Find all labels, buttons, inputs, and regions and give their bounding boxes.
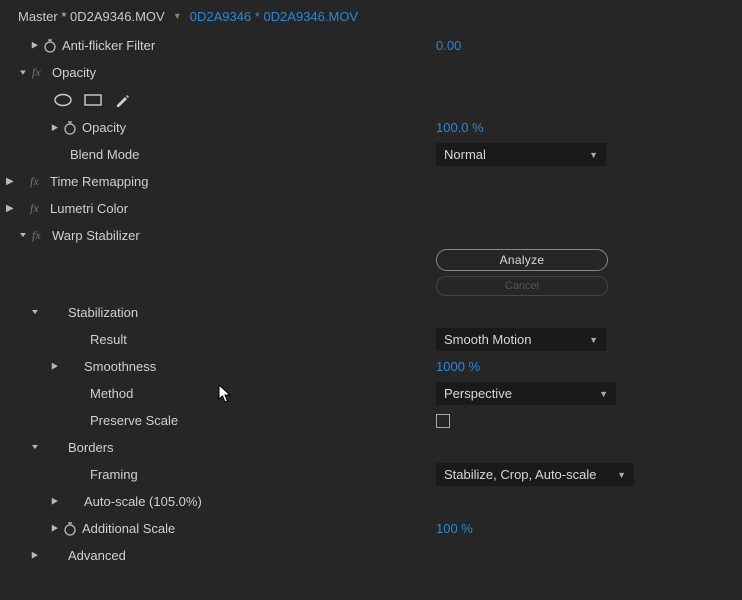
chevron-down-icon: ▼ [589, 150, 598, 160]
framing-value: Stabilize, Crop, Auto-scale [444, 467, 596, 482]
opacity-group[interactable]: fx Opacity [0, 59, 742, 86]
opacity-value[interactable]: 100.0 % [436, 120, 484, 135]
analyze-row: Analyze Cancel [0, 249, 742, 299]
additional-scale-value[interactable]: 100 % [436, 521, 473, 536]
chevron-down-icon: ▼ [599, 389, 608, 399]
fx-badge-icon[interactable]: fx [30, 201, 50, 216]
blend-mode-label: Blend Mode [70, 147, 139, 162]
warp-stabilizer-group[interactable]: fx Warp Stabilizer [0, 222, 742, 249]
anti-flicker-value[interactable]: 0.00 [436, 38, 461, 53]
time-remapping-group[interactable]: ▶ fx Time Remapping [0, 168, 742, 195]
cancel-button: Cancel [436, 276, 608, 296]
stopwatch-icon[interactable] [62, 120, 78, 136]
mask-tools-row [0, 86, 742, 114]
effect-controls-panel: Master * 0D2A9346.MOV ▾ 0D2A9346 * 0D2A9… [0, 0, 742, 600]
opacity-group-label: Opacity [52, 65, 96, 80]
lumetri-group[interactable]: ▶ fx Lumetri Color [0, 195, 742, 222]
ellipse-mask-icon[interactable] [52, 91, 74, 109]
disclosure-arrow-icon[interactable] [28, 307, 42, 318]
preserve-scale-row: Preserve Scale [0, 407, 742, 434]
pen-mask-icon[interactable] [112, 91, 134, 109]
disclosure-arrow-icon[interactable] [28, 550, 42, 561]
fx-badge-icon[interactable]: fx [32, 65, 52, 80]
disclosure-arrow-icon[interactable]: ▶ [6, 176, 14, 187]
lumetri-label: Lumetri Color [50, 201, 128, 216]
time-remapping-label: Time Remapping [50, 174, 149, 189]
fx-badge-icon[interactable]: fx [32, 228, 52, 243]
preserve-scale-label: Preserve Scale [90, 413, 178, 428]
auto-scale-row[interactable]: Auto-scale (105.0%) [0, 488, 742, 515]
stabilization-group[interactable]: Stabilization [0, 299, 742, 326]
chevron-down-icon[interactable]: ▾ [175, 11, 180, 22]
disclosure-arrow-icon[interactable]: ▶ [6, 203, 14, 214]
stabilization-label: Stabilization [68, 305, 138, 320]
framing-dropdown[interactable]: Stabilize, Crop, Auto-scale ▼ [436, 463, 634, 486]
framing-label: Framing [90, 467, 138, 482]
smoothness-label: Smoothness [84, 359, 156, 374]
disclosure-arrow-icon[interactable] [48, 361, 62, 372]
warp-label: Warp Stabilizer [52, 228, 140, 243]
disclosure-arrow-icon[interactable] [28, 442, 42, 453]
result-value: Smooth Motion [444, 332, 531, 347]
chevron-down-icon: ▼ [589, 335, 598, 345]
auto-scale-label: Auto-scale (105.0%) [84, 494, 202, 509]
chevron-down-icon: ▼ [617, 470, 626, 480]
borders-group[interactable]: Borders [0, 434, 742, 461]
fx-badge-icon[interactable]: fx [30, 174, 50, 189]
opacity-prop-row: Opacity 100.0 % [0, 114, 742, 141]
borders-label: Borders [68, 440, 114, 455]
method-label: Method [90, 386, 133, 401]
disclosure-arrow-icon[interactable] [28, 40, 42, 51]
blend-mode-value: Normal [444, 147, 486, 162]
result-label: Result [90, 332, 127, 347]
framing-row: Framing Stabilize, Crop, Auto-scale ▼ [0, 461, 742, 488]
breadcrumb-master[interactable]: Master * 0D2A9346.MOV [18, 9, 165, 24]
result-dropdown[interactable]: Smooth Motion ▼ [436, 328, 606, 351]
additional-scale-label: Additional Scale [82, 521, 175, 536]
analyze-button[interactable]: Analyze [436, 249, 608, 271]
advanced-group[interactable]: Advanced [0, 542, 742, 569]
stopwatch-icon[interactable] [42, 38, 58, 54]
advanced-label: Advanced [68, 548, 126, 563]
preserve-scale-checkbox[interactable] [436, 414, 450, 428]
additional-scale-row: Additional Scale 100 % [0, 515, 742, 542]
smoothness-value[interactable]: 1000 % [436, 359, 480, 374]
result-row: Result Smooth Motion ▼ [0, 326, 742, 353]
method-row: Method Perspective ▼ [0, 380, 742, 407]
blend-mode-row: Blend Mode Normal ▼ [0, 141, 742, 168]
stopwatch-icon[interactable] [62, 521, 78, 537]
breadcrumb: Master * 0D2A9346.MOV ▾ 0D2A9346 * 0D2A9… [0, 0, 742, 32]
disclosure-arrow-icon[interactable] [48, 523, 62, 534]
anti-flicker-label: Anti-flicker Filter [62, 38, 155, 53]
blend-mode-dropdown[interactable]: Normal ▼ [436, 143, 606, 166]
method-dropdown[interactable]: Perspective ▼ [436, 382, 616, 405]
method-value: Perspective [444, 386, 512, 401]
disclosure-arrow-icon[interactable] [16, 230, 30, 241]
rectangle-mask-icon[interactable] [82, 91, 104, 109]
smoothness-row: Smoothness 1000 % [0, 353, 742, 380]
opacity-label: Opacity [82, 120, 126, 135]
disclosure-arrow-icon[interactable] [48, 496, 62, 507]
anti-flicker-row: Anti-flicker Filter 0.00 [0, 32, 742, 59]
disclosure-arrow-icon[interactable] [48, 122, 62, 133]
breadcrumb-clip[interactable]: 0D2A9346 * 0D2A9346.MOV [190, 9, 358, 24]
disclosure-arrow-icon[interactable] [16, 67, 30, 78]
